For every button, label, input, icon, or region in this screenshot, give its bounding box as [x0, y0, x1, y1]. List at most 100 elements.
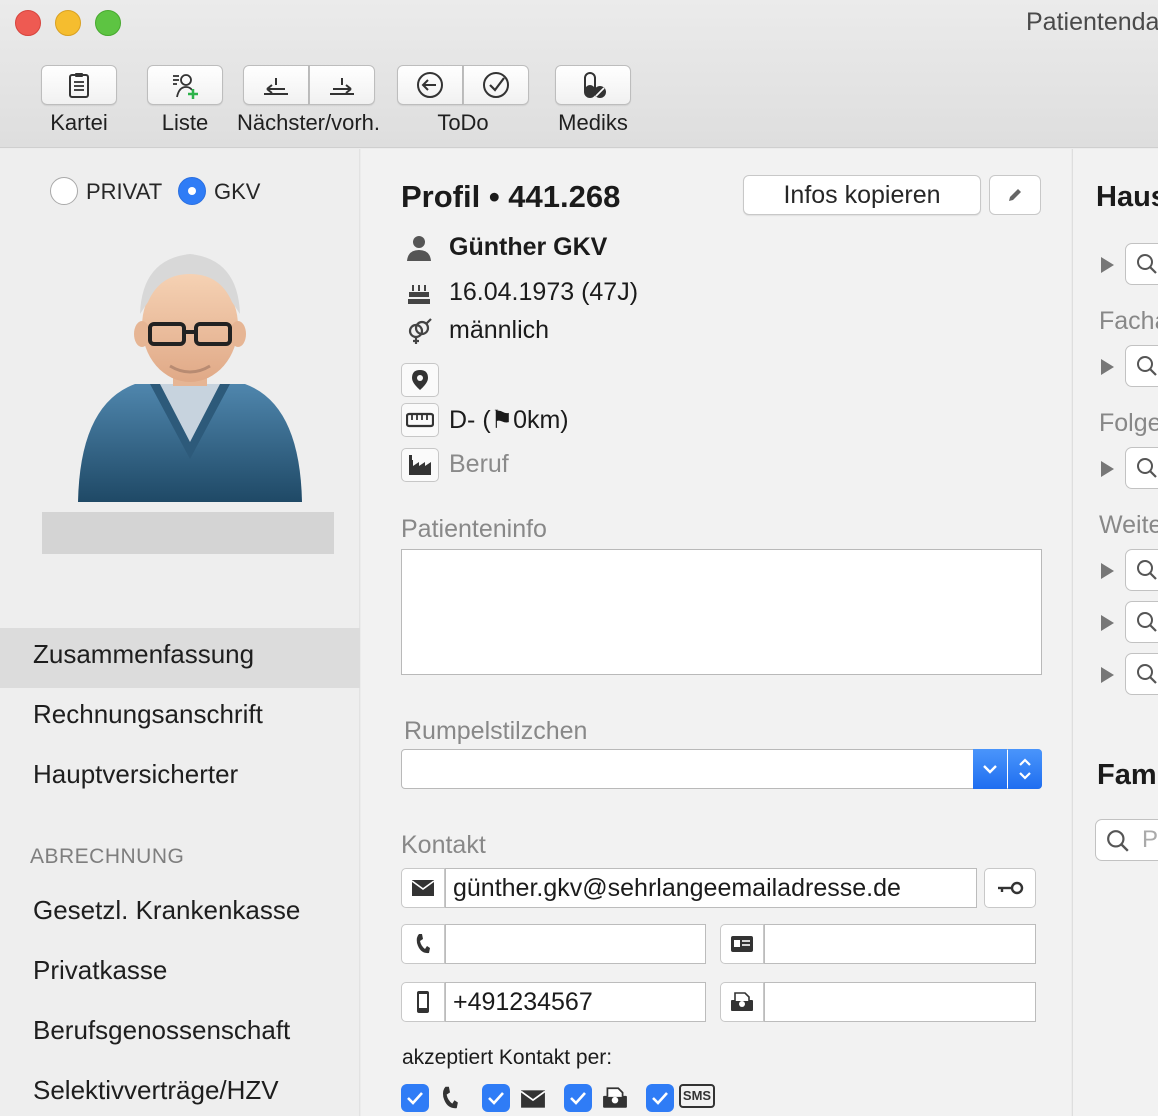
nav-privatkasse[interactable]: Privatkasse [0, 944, 360, 1004]
right-panel: Haus Facha Folge Weite Fam P [1072, 149, 1158, 1116]
id-card-icon [731, 936, 753, 952]
gkv-label: GKV [214, 179, 261, 204]
next-patient-button[interactable] [309, 65, 375, 105]
birth-date: 16.04.1973 (47J) [449, 278, 639, 306]
arrow-right-icon [330, 78, 354, 95]
facharzt-label: Facha [1099, 307, 1158, 335]
ruler-icon [406, 412, 434, 428]
search-icon [1137, 254, 1157, 274]
expand-triangle-icon[interactable] [1101, 461, 1114, 477]
liste-button[interactable] [147, 65, 223, 105]
expand-triangle-icon[interactable] [1101, 615, 1114, 631]
previous-patient-button[interactable] [243, 65, 309, 105]
search-icon [1137, 458, 1157, 478]
pencil-icon [1009, 189, 1021, 201]
fax-icon [603, 1087, 627, 1108]
nav-berufsgenossenschaft[interactable]: Berufsgenossenschaft [0, 1004, 360, 1064]
zoom-window-button[interactable] [95, 10, 121, 36]
fax-icon [731, 992, 753, 1011]
rumpel-select[interactable] [401, 749, 1042, 789]
hausarzt-heading: Haus [1096, 181, 1158, 213]
mobile-button[interactable] [401, 982, 445, 1022]
weitere-label: Weite [1099, 511, 1158, 539]
todo-label: ToDo [437, 110, 489, 135]
edit-button[interactable] [989, 175, 1041, 215]
kartei-label: Kartei [50, 110, 108, 135]
weitere-search-3[interactable] [1125, 653, 1158, 695]
accept-contact-label: akzeptiert Kontakt per: [402, 1046, 613, 1069]
rumpel-dropdown-button[interactable] [973, 749, 1007, 789]
envelope-icon [520, 1090, 546, 1108]
person-icon [403, 233, 435, 263]
weitere-search-1[interactable] [1125, 549, 1158, 591]
fax-field[interactable] [764, 982, 1036, 1022]
todo-done-button[interactable] [463, 65, 529, 105]
facharzt-search[interactable] [1125, 345, 1158, 387]
familie-heading: Fam [1097, 759, 1157, 791]
gender: männlich [449, 316, 550, 344]
expand-triangle-icon[interactable] [1101, 257, 1114, 273]
minimize-window-button[interactable] [55, 10, 81, 36]
nav-selektivvertraege[interactable]: Selektivverträge/HZV [0, 1064, 360, 1116]
birthday-cake-icon [403, 278, 435, 308]
patientinfo-textarea[interactable] [401, 549, 1042, 675]
accept-email-checkbox[interactable] [482, 1084, 510, 1112]
folge-label: Folge [1099, 409, 1158, 437]
search-icon [1107, 830, 1129, 852]
search-icon [1137, 356, 1157, 376]
chevron-down-icon [983, 765, 997, 774]
phone-button[interactable] [401, 924, 445, 964]
mediks-label: Mediks [558, 110, 628, 135]
fax-button[interactable] [720, 982, 764, 1022]
window-title: Patientendaten [1026, 8, 1158, 36]
kartei-button[interactable] [41, 65, 117, 105]
location-button[interactable] [401, 363, 439, 397]
rumpel-stepper-button[interactable] [1008, 749, 1042, 789]
mediks-button[interactable] [555, 65, 631, 105]
patient-name: Günther GKV [449, 233, 608, 261]
circle-arrow-left-icon [417, 72, 443, 98]
hausarzt-search[interactable] [1125, 243, 1158, 285]
nav-rechnungsanschrift[interactable]: Rechnungsanschrift [0, 688, 360, 748]
email-field[interactable]: günther.gkv@sehrlangeemailadresse.de [445, 868, 977, 908]
folge-search[interactable] [1125, 447, 1158, 489]
expand-triangle-icon[interactable] [1101, 667, 1114, 683]
accept-fax-checkbox[interactable] [564, 1084, 592, 1112]
mobile-phone-icon [417, 991, 429, 1013]
privat-radio[interactable] [50, 177, 78, 205]
accept-phone-checkbox[interactable] [401, 1084, 429, 1112]
business-phone-field[interactable] [764, 924, 1036, 964]
mobile-field[interactable]: +491234567 [445, 982, 706, 1022]
email-button[interactable] [401, 868, 445, 908]
clipboard-icon [69, 73, 89, 98]
accept-sms-checkbox[interactable] [646, 1084, 674, 1112]
nav-gesetzl-krankenkasse[interactable]: Gesetzl. Krankenkasse [0, 884, 360, 944]
nav-hauptversicherter[interactable]: Hauptversicherter [0, 748, 360, 808]
todo-back-button[interactable] [397, 65, 463, 105]
familie-search-placeholder: P [1142, 826, 1158, 853]
familie-search[interactable]: P [1095, 819, 1158, 861]
distance-button[interactable] [401, 403, 439, 437]
business-card-button[interactable] [720, 924, 764, 964]
checkmark-icon [570, 1092, 586, 1105]
sms-icon: SMS [679, 1084, 715, 1108]
job-button[interactable] [401, 448, 439, 482]
gkv-radio[interactable] [178, 177, 206, 205]
search-icon [1137, 612, 1157, 632]
circle-check-icon [483, 72, 509, 98]
pill-icon [584, 72, 606, 98]
phone-field[interactable] [445, 924, 706, 964]
patient-avatar[interactable] [70, 244, 310, 514]
weitere-search-2[interactable] [1125, 601, 1158, 643]
arrow-left-icon [264, 78, 288, 95]
key-button[interactable] [984, 868, 1036, 908]
close-window-button[interactable] [15, 10, 41, 36]
gender-icon [403, 316, 435, 346]
checkmark-icon [488, 1092, 504, 1105]
envelope-icon [411, 880, 435, 896]
expand-triangle-icon[interactable] [1101, 563, 1114, 579]
patientinfo-label: Patienteninfo [401, 515, 547, 543]
nav-zusammenfassung[interactable]: Zusammenfassung [0, 628, 360, 688]
expand-triangle-icon[interactable] [1101, 359, 1114, 375]
copy-info-button[interactable]: Infos kopieren [743, 175, 981, 215]
